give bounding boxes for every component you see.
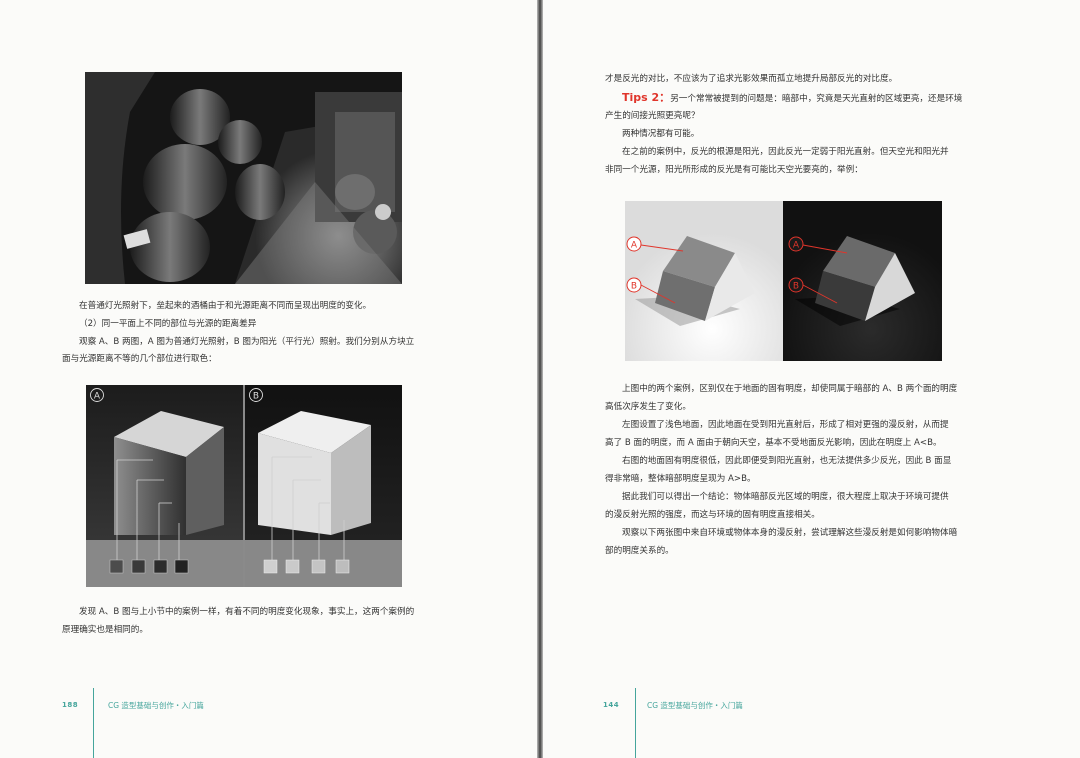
paragraph-3-line-2: 得非常暗，整体暗部明度呈现为 A>B。 bbox=[605, 474, 756, 484]
paragraph-1-line-1: 上图中的两个案例，区别仅在于地面的固有明度，却使同属于暗部的 A、B 两个面的明… bbox=[622, 384, 958, 394]
paragraph-2-line-2: 原理确实也是相同的。 bbox=[62, 625, 148, 635]
paragraph-3-line-1: 右图的地面固有明度很低，因此即便受到阳光直射，也无法提供多少反光，因此 B 面显 bbox=[622, 456, 952, 466]
paragraph-1-line-2: 面与光源距离不等的几个部位进行取色： bbox=[62, 354, 217, 364]
subheading: （2）同一平面上不同的部位与光源的距离差异 bbox=[79, 319, 257, 329]
page-number: 188 bbox=[62, 701, 79, 709]
paragraph-5-line-1: 观察以下两张图中来自环境或物体本身的漫反射，尝试理解这些漫反射是如何影响物体暗 bbox=[622, 528, 958, 538]
tips-2-label: Tips 2： bbox=[622, 91, 671, 104]
paragraph-a-line-2: 非同一个光源，阳光所形成的反光是有可能比天空光要亮的，举例： bbox=[605, 165, 863, 175]
both-possible-line: 两种情况都有可能。 bbox=[622, 129, 700, 139]
paragraph-2-line-2: 高了 B 面的明度，而 A 面由于朝向天空，基本不受地面反光影响，因此在明度上 … bbox=[605, 438, 942, 448]
figure-label-a: A bbox=[94, 392, 101, 402]
photo-caption: 在普通灯光照射下，垒起来的酒桶由于和光源距离不同而呈现出明度的变化。 bbox=[79, 301, 372, 311]
tips-2-text: 另一个常常被提到的问题是：暗部中，究竟是天光直射的区域更亮，还是环境 bbox=[670, 94, 963, 104]
continued-line: 才是反光的对比，不应该为了追求光影效果而孤立地提升局部反光的对比度。 bbox=[605, 74, 898, 84]
footer-divider bbox=[635, 688, 636, 758]
wine-cellar-photo bbox=[85, 72, 402, 284]
footer-book-title: CG 造型基础与创作・入门篇 bbox=[108, 701, 204, 710]
paragraph-1-line-1: 观察 A、B 两图，A 图为普通灯光照射，B 图为阳光（平行光）照射。我们分别从… bbox=[79, 337, 415, 347]
ground-brightness-comparison-figure: A B A B bbox=[625, 201, 942, 361]
left-page: 在普通灯光照射下，垒起来的酒桶由于和光源距离不同而呈现出明度的变化。 （2）同一… bbox=[0, 0, 537, 758]
paragraph-4-line-1: 据此我们可以得出一个结论：物体暗部反光区域的明度，很大程度上取决于环境可提供 bbox=[622, 492, 949, 502]
tips-2-line-2: 产生的间接光照更亮呢？ bbox=[605, 111, 700, 121]
cube-comparison-figure-ab: A B bbox=[86, 385, 402, 587]
figure-label-b: B bbox=[253, 392, 259, 402]
paragraph-1-line-2: 高低次序发生了变化。 bbox=[605, 402, 691, 412]
figure-label-b-right: B bbox=[793, 282, 799, 292]
page-number: 144 bbox=[603, 701, 620, 709]
footer-book-title: CG 造型基础与创作・入门篇 bbox=[647, 701, 743, 710]
figure-label-a-right: A bbox=[793, 241, 800, 251]
paragraph-a-line-1: 在之前的案例中，反光的根源是阳光，因此反光一定弱于阳光直射。但天空光和阳光并 bbox=[622, 147, 949, 157]
paragraph-4-line-2: 的漫反射光照的强度，而这与环境的固有明度直接相关。 bbox=[605, 510, 820, 520]
paragraph-5-line-2: 部的明度关系的。 bbox=[605, 546, 674, 556]
tips-2-paragraph: Tips 2：另一个常常被提到的问题是：暗部中，究竟是天光直射的区域更亮，还是环… bbox=[605, 89, 1025, 108]
paragraph-2-line-1: 左图设置了浅色地面，因此地面在受到阳光直射后，形成了相对更强的漫反射，从而提 bbox=[622, 420, 949, 430]
footer-divider bbox=[93, 688, 94, 758]
paragraph-2-line-1: 发现 A、B 图与上小节中的案例一样，有着不同的明度变化现象，事实上，这两个案例… bbox=[79, 607, 415, 617]
right-page: 才是反光的对比，不应该为了追求光影效果而孤立地提升局部反光的对比度。 Tips … bbox=[543, 0, 1080, 758]
figure-label-b-left: B bbox=[631, 282, 637, 292]
figure-label-a-left: A bbox=[631, 241, 638, 251]
